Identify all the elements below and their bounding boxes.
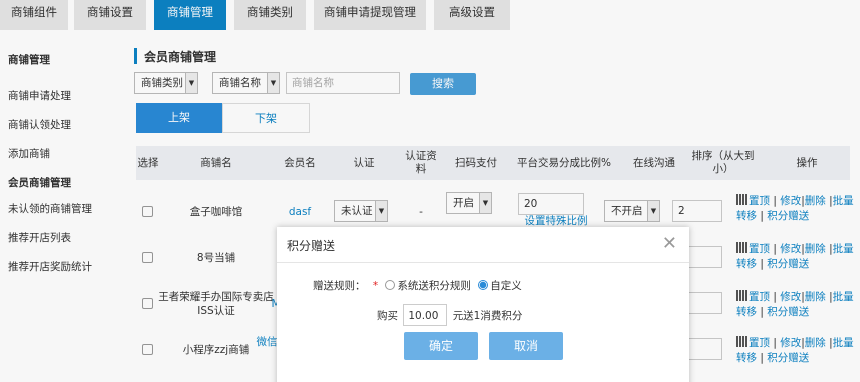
- confirm-button[interactable]: 确定: [404, 332, 478, 360]
- cancel-button[interactable]: 取消: [489, 332, 563, 360]
- custom-rule-option[interactable]: 自定义: [478, 280, 522, 292]
- system-rule-label: 系统送积分规则: [397, 280, 471, 292]
- close-icon[interactable]: ✕: [662, 233, 677, 254]
- buy-rule-row: 购买 10.00 元送1消费积分: [377, 304, 522, 327]
- points-gift-dialog: 积分赠送 ✕ 赠送规则： * 系统送积分规则 自定义 购买 10.00 元送1消…: [277, 227, 689, 382]
- amount-input[interactable]: 10.00: [403, 304, 448, 326]
- dialog-title: 积分赠送: [287, 239, 336, 253]
- system-rule-option[interactable]: 系统送积分规则: [385, 280, 471, 292]
- buy-prefix: 购买: [377, 310, 398, 322]
- dialog-divider: [277, 262, 689, 263]
- radio-icon: [385, 280, 396, 290]
- radio-selected-icon: [478, 280, 489, 290]
- required-mark: *: [372, 280, 379, 292]
- gift-rule-row: 赠送规则： * 系统送积分规则 自定义: [313, 278, 522, 293]
- gift-rule-label: 赠送规则：: [313, 280, 366, 292]
- buy-suffix: 元送1消费积分: [452, 310, 523, 322]
- custom-rule-label: 自定义: [490, 280, 522, 292]
